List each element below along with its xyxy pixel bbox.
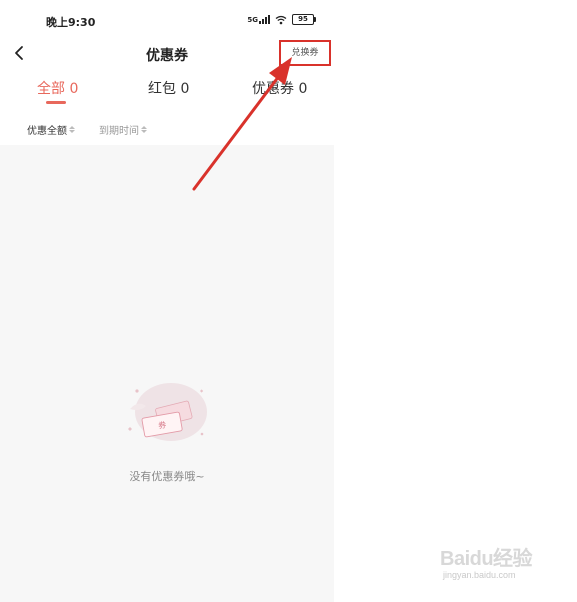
signal-type-label: 5G <box>247 16 258 24</box>
sort-by-expiry[interactable]: 到期时间 <box>99 122 147 137</box>
tab-red-packet[interactable]: 红包 0 <box>148 78 189 98</box>
wifi-icon <box>275 15 287 24</box>
active-tab-indicator <box>46 101 66 104</box>
baidu-jingyan-watermark: Baidu经验 jingyan.baidu.com <box>440 540 550 590</box>
coupon-illustration-label: 券 <box>157 419 167 430</box>
sort-arrows-icon <box>69 126 75 133</box>
redeem-coupon-button[interactable]: 兑换券 <box>279 40 331 66</box>
sort-by-expiry-label: 到期时间 <box>99 126 139 137</box>
phone-screen: 晚上9:30 5G 95 优惠券 兑换券 全部 0 红包 0 优惠券 0 优惠全… <box>0 0 334 602</box>
empty-message: 没有优惠券哦~ <box>129 470 205 483</box>
watermark-url: jingyan.baidu.com <box>443 570 516 580</box>
sort-bar: 优惠全额 到期时间 <box>0 118 334 140</box>
sort-arrows-icon <box>141 126 147 133</box>
nav-header: 优惠券 兑换券 <box>0 38 334 70</box>
status-time: 晚上9:30 <box>46 16 96 29</box>
sort-by-amount[interactable]: 优惠全额 <box>27 122 75 137</box>
sort-by-amount-label: 优惠全额 <box>27 126 67 137</box>
screenshot-stage: 晚上9:30 5G 95 优惠券 兑换券 全部 0 红包 0 优惠券 0 优惠全… <box>0 0 577 602</box>
tab-all[interactable]: 全部 0 <box>37 78 78 98</box>
coupon-list-empty: 券 没有优惠券哦~ <box>0 145 334 602</box>
cellular-signal-icon: 5G <box>247 15 270 24</box>
status-bar: 晚上9:30 5G 95 <box>0 0 334 38</box>
watermark-brand: Baidu经验 <box>440 548 533 570</box>
battery-icon: 95 <box>292 14 316 25</box>
tab-coupon[interactable]: 优惠券 0 <box>252 78 307 98</box>
status-icons: 5G 95 <box>247 14 316 25</box>
empty-coupon-illustration: 券 <box>128 383 207 441</box>
coupon-tabs: 全部 0 红包 0 优惠券 0 <box>0 78 334 108</box>
